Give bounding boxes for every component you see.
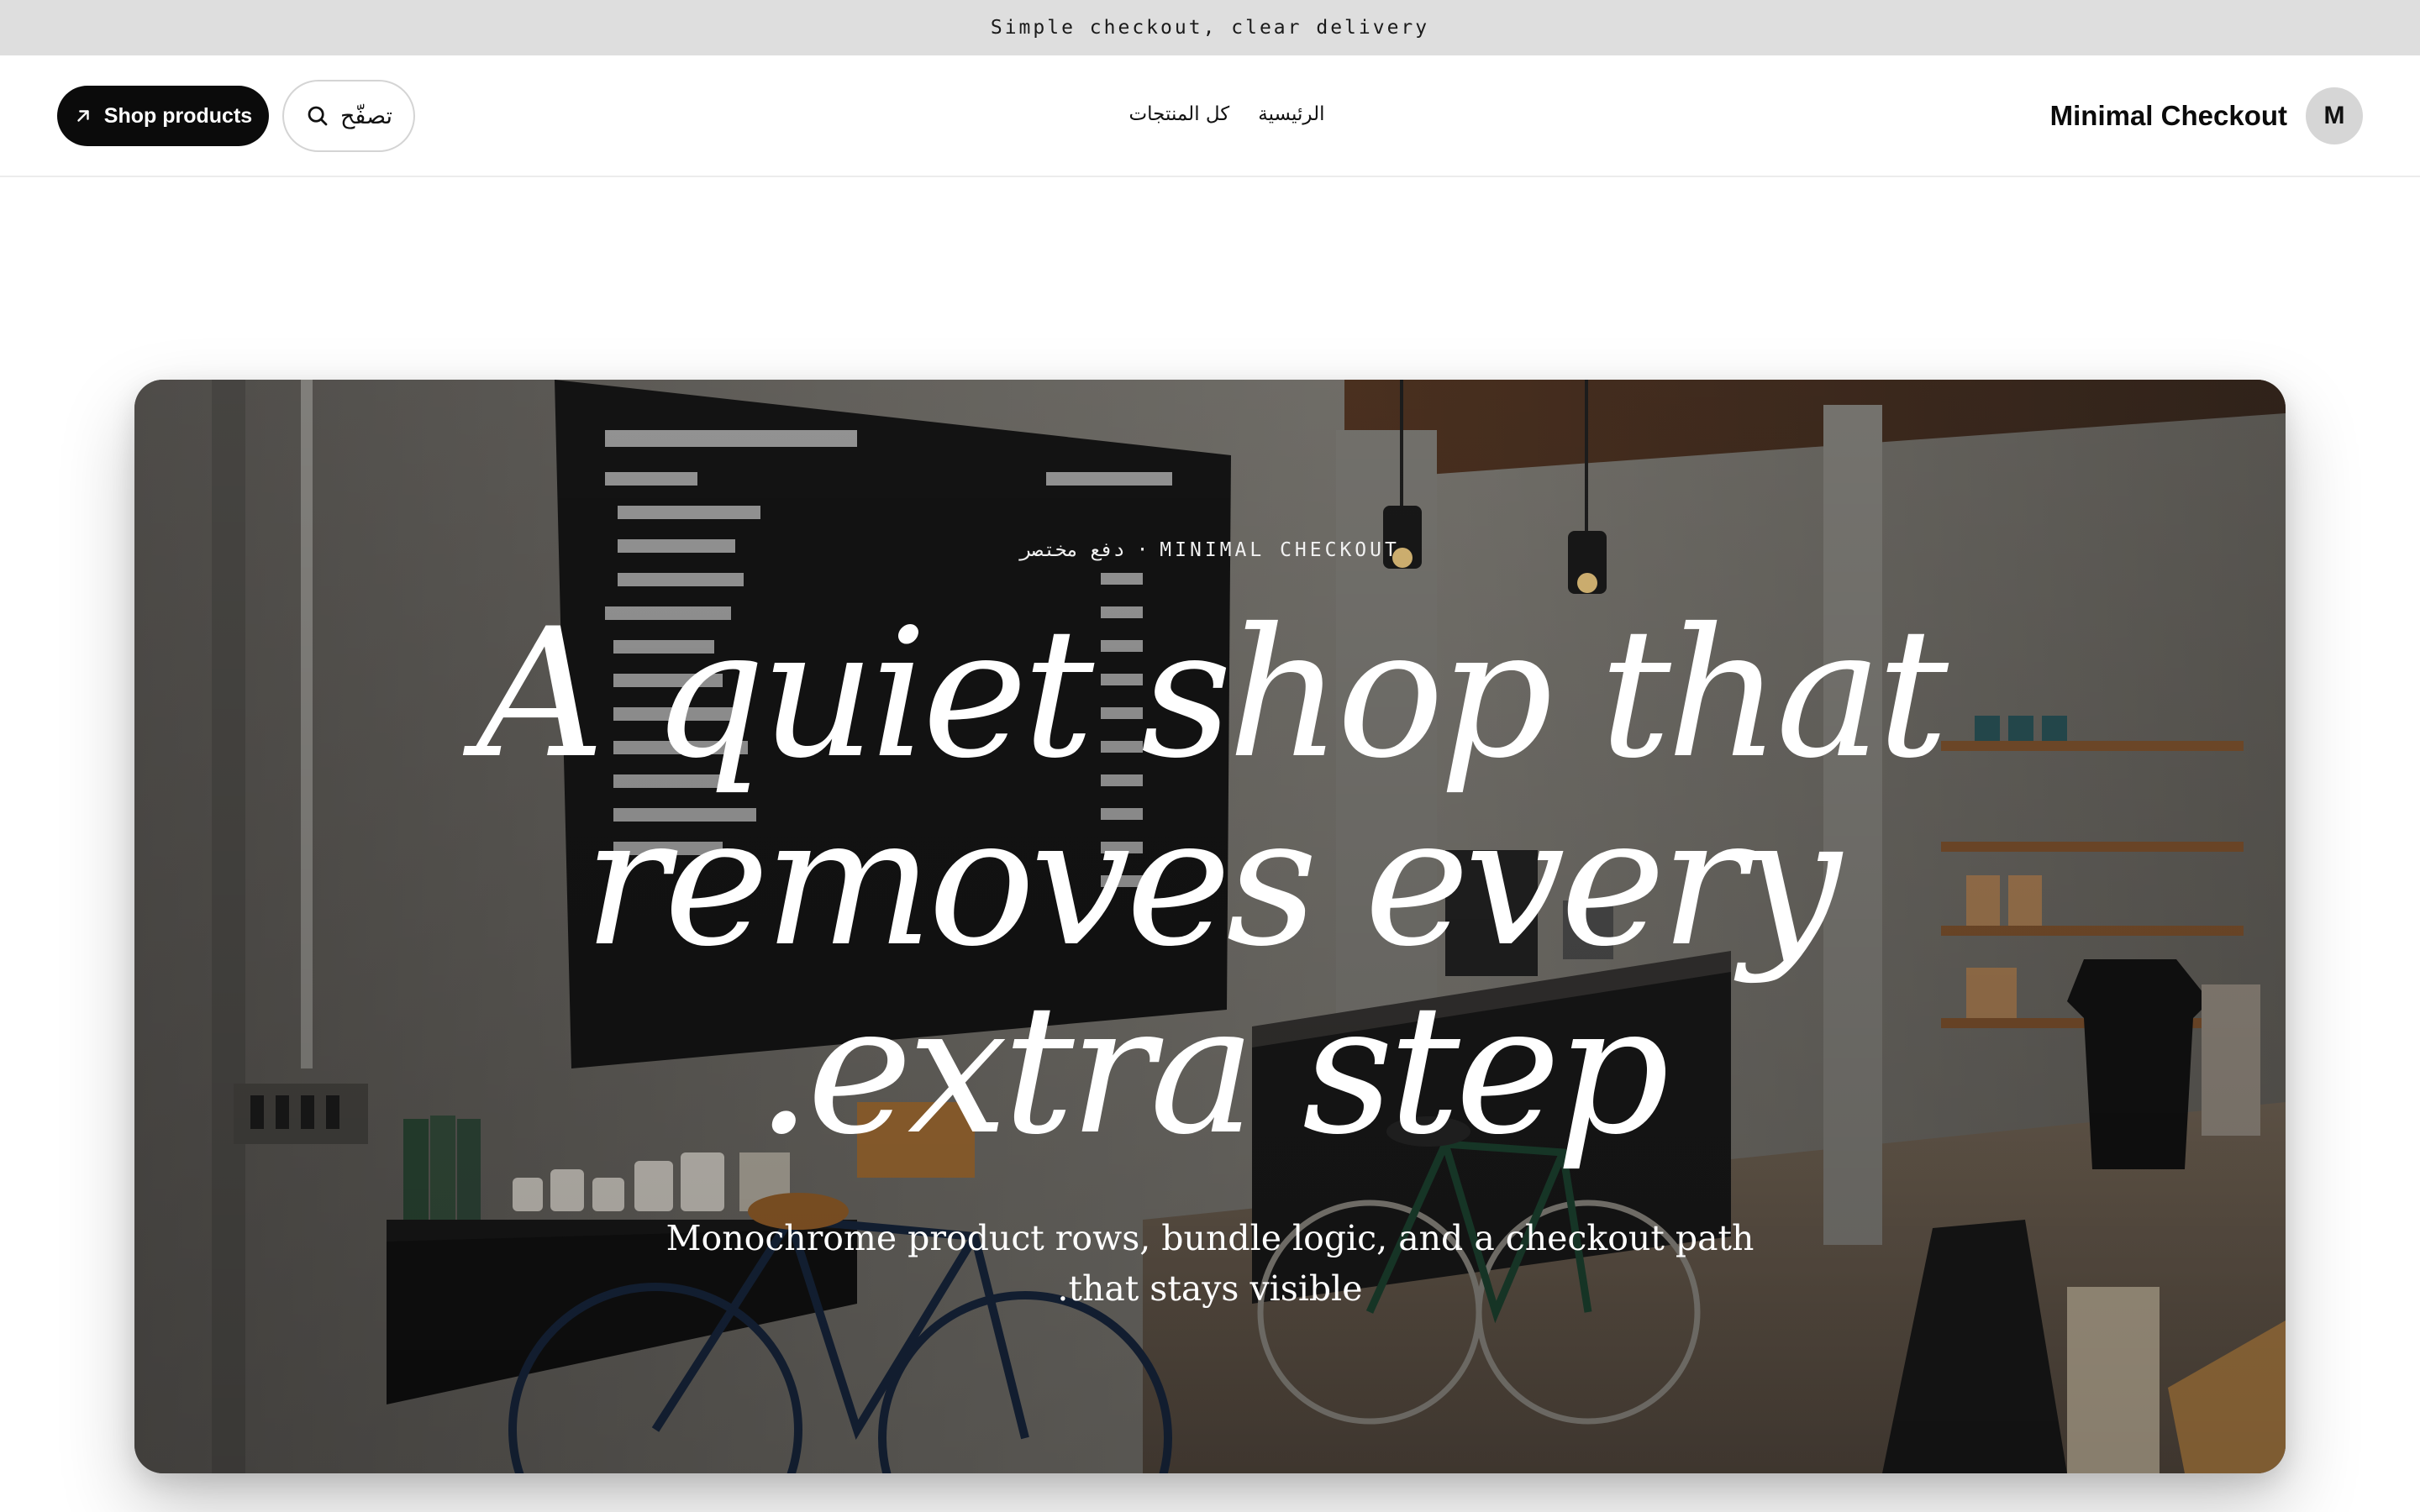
hero-headline: A quiet shop that removes every extra st… [476,590,1949,1173]
brand[interactable]: Minimal Checkout M [2050,84,2363,148]
brand-name[interactable]: Minimal Checkout [2050,100,2287,132]
avatar[interactable]: M [2306,87,2363,144]
announcement-text: Simple checkout, clear delivery [990,17,1430,39]
browse-label: تصفّح [339,102,392,129]
main-nav: الرئيسية كل المنتجات [1126,97,1328,131]
hero-subheadline: Monochrome product rows, bundle logic, a… [666,1218,1754,1309]
browse-button[interactable]: تصفّح [282,80,415,152]
nav-item-home[interactable]: الرئيسية [1258,103,1324,125]
announcement-bar: Simple checkout, clear delivery [0,0,2420,55]
site-header: Shop products تصفّح الرئيسية كل المنتجات… [0,55,2420,177]
search-icon [308,106,328,126]
hero-eyebrow: دفع مختصر · MINIMAL CHECKOUT [1020,539,1400,561]
arrow-up-right-icon [77,110,89,122]
shop-products-label: Shop products [103,103,253,128]
hero-banner: دفع مختصر · MINIMAL CHECKOUT A quiet sho… [134,380,2286,1473]
shop-products-button[interactable]: Shop products [57,86,269,146]
nav-item-all-products[interactable]: كل المنتجات [1129,103,1230,125]
